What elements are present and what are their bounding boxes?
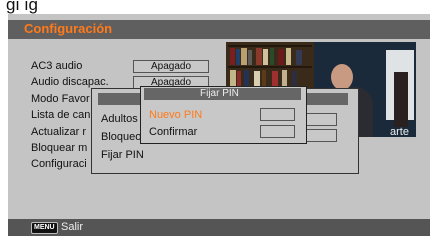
menu-item-lock[interactable]: Bloquear m <box>31 142 87 154</box>
parental-item-adults[interactable]: Adultos <box>101 113 138 125</box>
coat <box>394 72 408 127</box>
lock-value[interactable] <box>305 129 337 142</box>
adults-value[interactable] <box>305 113 337 126</box>
exit-label[interactable]: Salir <box>61 221 83 233</box>
new-pin-label: Nuevo PIN <box>149 109 203 121</box>
menu-key-icon: MENU <box>31 222 58 234</box>
confirm-pin-label: Confirmar <box>149 126 198 138</box>
menu-item-favourite-mode[interactable]: Modo Favor <box>31 93 90 105</box>
page-title: gi ig <box>6 0 39 14</box>
set-pin-title: Fijar PIN <box>200 88 239 99</box>
parental-item-lock[interactable]: Bloqueo <box>101 131 141 143</box>
channel-logo: arte <box>390 126 409 138</box>
menu-item-configuration[interactable]: Configuraci <box>31 158 87 170</box>
parental-item-set-pin[interactable]: Fijar PIN <box>101 149 144 161</box>
presenter-head <box>331 64 353 90</box>
menu-item-update[interactable]: Actualizar r <box>31 126 86 138</box>
confirm-pin-input[interactable] <box>260 125 295 138</box>
menu-item-audio-description[interactable]: Audio discapac. <box>31 76 109 88</box>
settings-title: Configuración <box>24 21 113 36</box>
menu-item-channel-list[interactable]: Lista de can <box>31 109 90 121</box>
new-pin-input[interactable] <box>260 108 295 121</box>
ac3-audio-value[interactable]: Apagado <box>133 60 209 73</box>
menu-item-ac3-audio[interactable]: AC3 audio <box>31 60 82 72</box>
